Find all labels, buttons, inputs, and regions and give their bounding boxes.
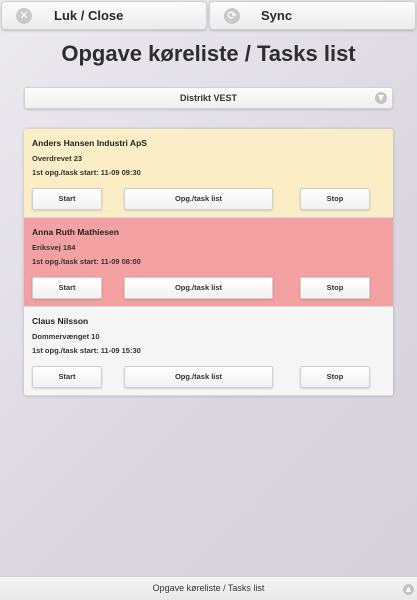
district-select[interactable]: Distrikt VEST ▼ (24, 87, 393, 109)
refresh-icon: ⟳ (224, 8, 240, 24)
close-button[interactable]: ✕ Luk / Close (1, 1, 207, 30)
task-item: Claus Nilsson Dommervænget 10 1st opg./t… (24, 307, 393, 396)
stop-button[interactable]: Stop (300, 366, 370, 388)
task-customer-name: Anders Hansen Industri ApS (32, 138, 147, 148)
sync-button[interactable]: ⟳ Sync (209, 1, 416, 30)
footer-title: Opgave køreliste / Tasks list (152, 583, 265, 593)
task-address: Dommervænget 10 (32, 332, 100, 341)
stop-button[interactable]: Stop (300, 277, 370, 299)
task-list-button[interactable]: Opg./task list (124, 188, 273, 210)
start-button[interactable]: Start (32, 188, 102, 210)
task-address: Eriksvej 184 (32, 243, 76, 252)
task-start-time: 1st opg./task start: 11-09 09:30 (32, 168, 141, 177)
task-customer-name: Anna Ruth Mathiesen (32, 227, 119, 237)
stop-button[interactable]: Stop (300, 188, 370, 210)
task-start-time: 1st opg./task start: 11-09 15:30 (32, 346, 141, 355)
footer-bar: Opgave køreliste / Tasks list ▲ (0, 576, 417, 600)
task-address: Overdrevet 23 (32, 154, 83, 163)
task-start-time: 1st opg./task start: 11-09 08:00 (32, 257, 141, 266)
district-select-value: Distrikt VEST (179, 93, 237, 103)
task-item: Anna Ruth Mathiesen Eriksvej 184 1st opg… (24, 218, 393, 307)
task-list-button[interactable]: Opg./task list (124, 366, 273, 388)
start-button[interactable]: Start (32, 366, 102, 388)
task-list: Anders Hansen Industri ApS Overdrevet 23… (24, 129, 393, 396)
close-icon: ✕ (16, 8, 32, 24)
start-button[interactable]: Start (32, 277, 102, 299)
close-button-label: Luk / Close (54, 8, 124, 23)
page-title: Opgave køreliste / Tasks list (61, 41, 356, 66)
sync-button-label: Sync (261, 8, 293, 23)
task-item: Anders Hansen Industri ApS Overdrevet 23… (24, 129, 393, 218)
chevron-down-icon: ▼ (375, 92, 387, 104)
task-list-button[interactable]: Opg./task list (124, 277, 273, 299)
task-customer-name: Claus Nilsson (32, 316, 89, 326)
arrow-up-icon[interactable]: ▲ (403, 584, 414, 595)
top-toolbar: ✕ Luk / Close ⟳ Sync (0, 0, 417, 31)
